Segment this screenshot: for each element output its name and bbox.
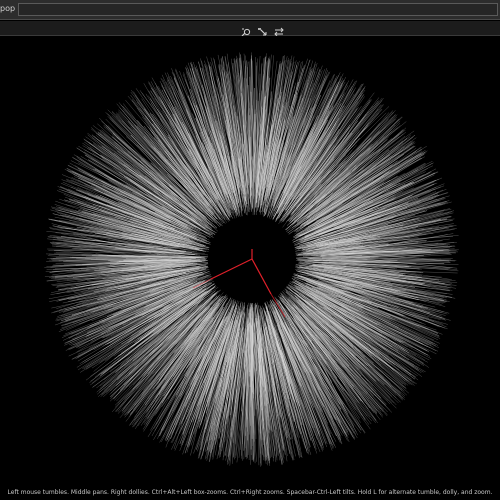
dolly-camera-button[interactable]: [257, 23, 270, 36]
pan-camera-button[interactable]: [273, 23, 286, 37]
viewport-toolbar: [0, 21, 500, 37]
path-label: pop: [0, 4, 16, 13]
3d-viewport[interactable]: [0, 36, 500, 486]
status-bar: Left mouse tumbles. Middle pans. Right d…: [0, 486, 500, 500]
tumble-camera-button[interactable]: [240, 23, 253, 37]
path-field[interactable]: [18, 3, 498, 16]
viewer-header: pop: [0, 0, 500, 20]
viewer-window: pop Left mouse tumbles. Middle pans. Rig…: [0, 0, 500, 500]
navigation-hint: Left mouse tumbles. Middle pans. Right d…: [7, 489, 493, 496]
hair-ring-render: [44, 52, 459, 467]
